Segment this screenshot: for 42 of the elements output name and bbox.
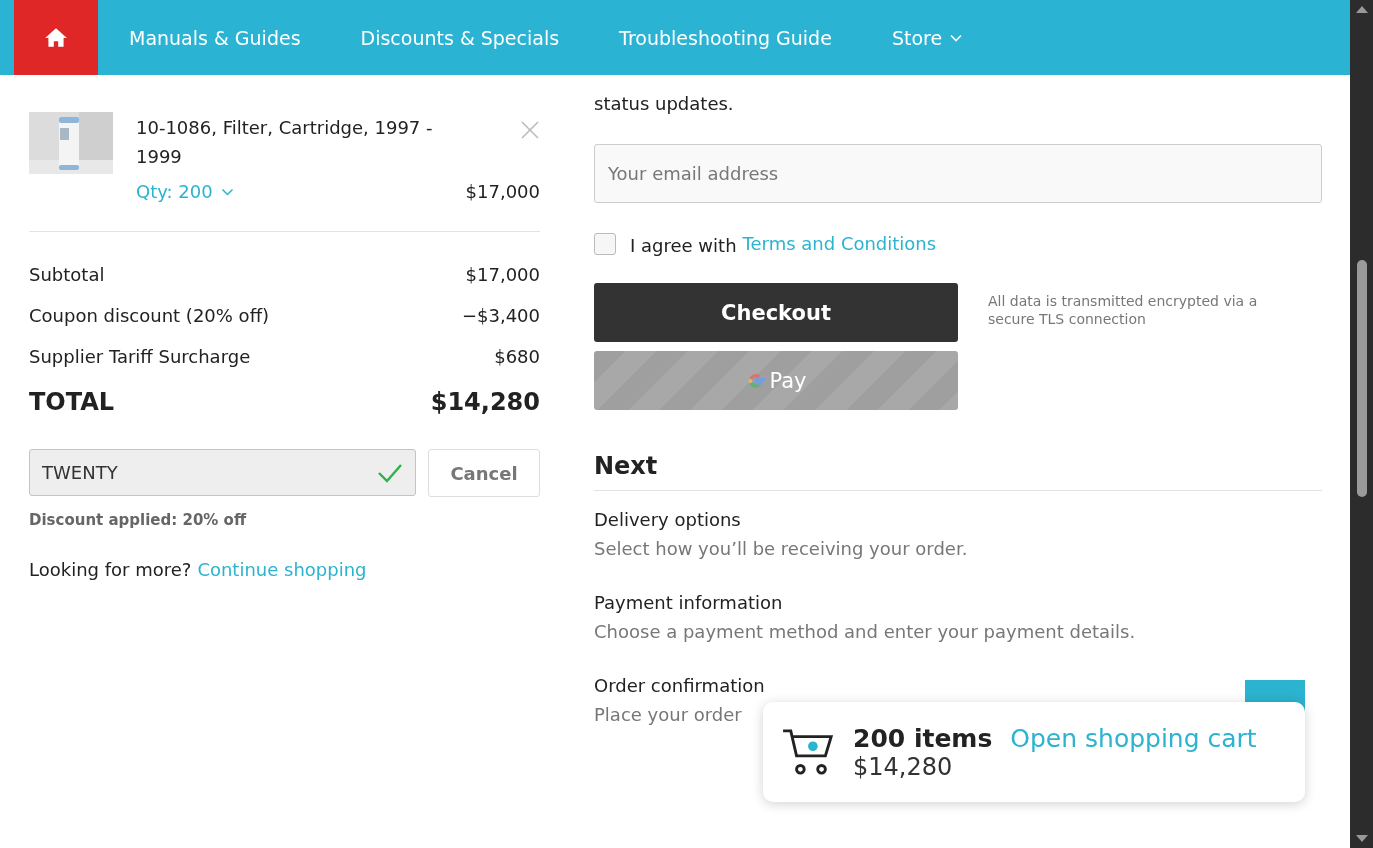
step-description: Select how you’ll be receiving your order. <box>594 537 969 561</box>
total-value: $14,280 <box>430 388 540 416</box>
nav-link[interactable]: Troubleshooting Guide <box>619 26 832 49</box>
step-description: Choose a payment method and enter your payment details. <box>594 620 1137 644</box>
step-title: Order confirmation <box>594 674 766 698</box>
cancel-button[interactable]: Cancel <box>428 449 540 497</box>
nav-link[interactable]: Discounts & Specials <box>360 26 560 49</box>
security-note: All data is transmitted encrypted via a secure TLS connection <box>988 292 1259 329</box>
summary-value: −$3,400 <box>461 305 540 326</box>
item-price: $17,000 <box>465 181 540 202</box>
scrollbar[interactable] <box>1350 0 1373 848</box>
summary-label: Coupon discount (20% off) <box>29 305 270 326</box>
step-description: Place your order <box>594 703 743 727</box>
checkout-button[interactable]: Checkout <box>594 283 958 342</box>
terms-checkbox[interactable] <box>594 232 616 255</box>
discount-message: Discount applied: 20% off <box>29 511 248 529</box>
caret-icon <box>220 187 234 196</box>
item-count: 200 items <box>853 723 993 753</box>
summary-value: $680 <box>494 346 540 367</box>
step-title: Delivery options <box>594 508 742 532</box>
coupon-field[interactable]: TWENTY <box>29 449 416 496</box>
home-button[interactable] <box>14 0 98 75</box>
nav-link[interactable]: Manuals & Guides <box>129 26 301 49</box>
caret-icon <box>950 33 963 42</box>
open-cart-link[interactable]: Open shopping cart <box>1010 723 1257 753</box>
close-icon[interactable] <box>520 120 540 140</box>
summary-label: Supplier Tariff Surcharge <box>29 346 251 367</box>
next-heading: Next <box>594 452 1322 491</box>
total-label: TOTAL <box>29 388 115 416</box>
email-field[interactable]: Your email address <box>594 144 1322 203</box>
terms-label: I agree with <box>630 235 737 256</box>
terms-link[interactable]: Terms and Conditions <box>742 233 937 254</box>
product-name: 10-1086, Filter, Cartridge, 1997 - 1999 <box>136 116 434 169</box>
nav-dropdown[interactable]: Store <box>891 26 963 49</box>
step-title: Payment information <box>594 591 784 615</box>
summary-value: $17,000 <box>465 264 540 285</box>
more-text: Looking for more? <box>29 559 192 580</box>
summary-label: Subtotal <box>29 264 105 285</box>
continue-shopping-link[interactable]: Continue shopping <box>197 559 367 580</box>
email-instructions: status updates. <box>594 92 735 116</box>
quantity-dropdown[interactable]: Qty: 200 <box>136 181 234 202</box>
cart-total: $14,280 <box>853 752 953 781</box>
